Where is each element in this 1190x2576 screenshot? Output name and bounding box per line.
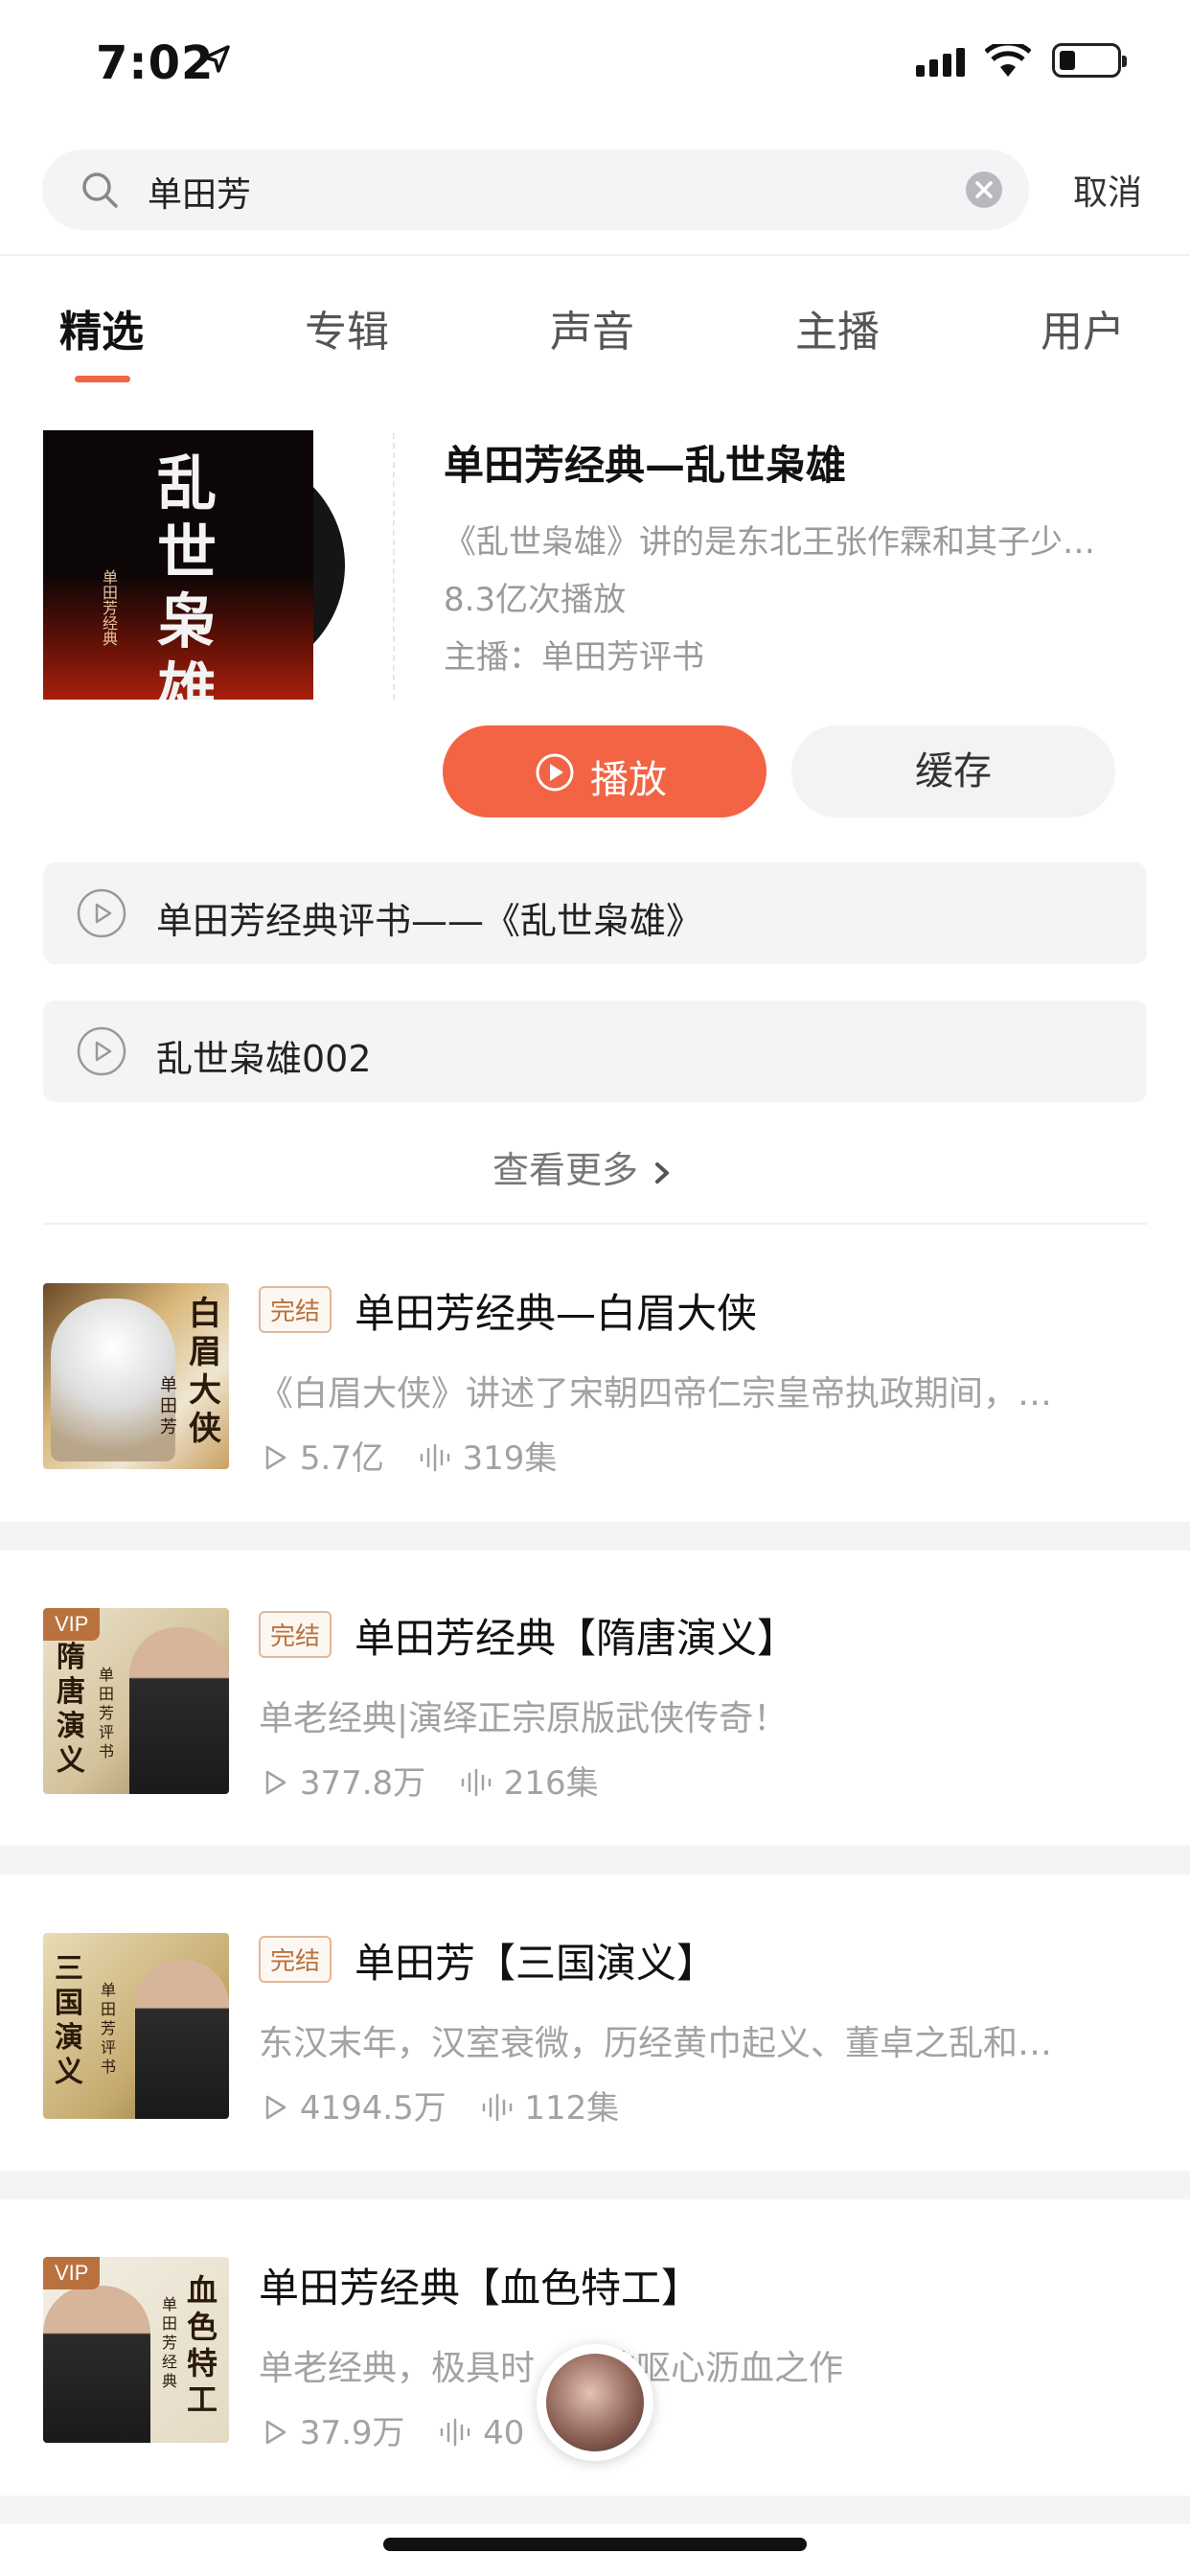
- active-tab-indicator: [75, 376, 130, 382]
- play-circle-icon: [77, 888, 126, 938]
- divider: [393, 433, 395, 700]
- cover-title-text: 乱世枭雄: [156, 448, 217, 701]
- vip-badge: VIP: [43, 1608, 101, 1641]
- completed-badge: 完结: [259, 1936, 332, 1983]
- album-description: 单老经典|演绎正宗原版武侠传奇！: [259, 1699, 789, 1738]
- tab-users[interactable]: 用户: [1041, 297, 1125, 358]
- play-icon: [265, 2420, 286, 2445]
- see-more-label: 查看更多: [492, 1149, 639, 1191]
- play-icon: [265, 2095, 286, 2120]
- featured-album-description: 《乱世枭雄》讲的是东北王张作霖和其子少…: [444, 523, 1095, 562]
- track-item[interactable]: 单田芳经典评书——《乱世枭雄》: [43, 862, 1147, 964]
- play-circle-icon: [77, 1026, 126, 1076]
- album-title[interactable]: 单田芳经典【隋唐演义】: [355, 1606, 797, 1665]
- play-icon: [265, 1770, 286, 1795]
- sound-wave-icon: [461, 1768, 492, 1797]
- track-title: 单田芳经典评书——《乱世枭雄》: [156, 900, 703, 942]
- tab-featured[interactable]: 精选: [59, 297, 144, 358]
- album-meta: 377.8万 216集: [261, 1757, 599, 1804]
- album-description: 单老经典，极具时 的呕心沥血之作: [259, 2340, 1121, 2390]
- album-description-text: 单老经典，极具时: [259, 2349, 536, 2388]
- search-icon: [82, 172, 118, 208]
- album-episodes: 40: [483, 2414, 525, 2452]
- album-meta: 37.9万 40: [261, 2406, 524, 2453]
- divider: [43, 1223, 1147, 1225]
- cover-title-text: 三国演义: [55, 1952, 83, 2089]
- featured-host[interactable]: 主播：单田芳评书: [444, 631, 704, 678]
- sound-wave-icon: [441, 2418, 470, 2447]
- cover-subtitle-text: 单田芳: [160, 1375, 177, 1438]
- album-title[interactable]: 单田芳【三国演义】: [355, 1931, 717, 1990]
- play-icon: [265, 1445, 286, 1470]
- play-circle-icon: [536, 753, 574, 792]
- vip-badge: VIP: [43, 2257, 101, 2289]
- tab-albums[interactable]: 专辑: [305, 297, 389, 358]
- battery-icon: [1052, 43, 1127, 78]
- cover-title-text: 血色特工: [187, 2272, 218, 2418]
- divider: [0, 254, 1190, 256]
- featured-play-count: 8.3亿次播放: [444, 581, 627, 619]
- album-plays: 5.7亿: [299, 1439, 384, 1478]
- search-input[interactable]: 单田芳: [148, 167, 251, 217]
- completed-badge: 完结: [259, 1611, 332, 1658]
- section-gap: [0, 1846, 1190, 1874]
- play-button-label: 播放: [590, 758, 667, 802]
- cellular-signal-icon: [916, 48, 965, 77]
- sound-wave-icon: [420, 1443, 449, 1472]
- featured-album-title[interactable]: 单田芳经典—乱世枭雄: [444, 433, 846, 492]
- status-time: 7:02: [96, 36, 215, 90]
- album-title[interactable]: 单田芳经典—白眉大侠: [355, 1281, 757, 1340]
- chevron-right-icon: [655, 1162, 670, 1184]
- cover-subtitle-text: 单田芳经典: [162, 2295, 178, 2390]
- cover-title-text: 白眉大侠: [189, 1295, 221, 1448]
- clear-search-icon[interactable]: [966, 172, 1002, 208]
- album-cover[interactable]: 隋唐演义 单田芳评书 VIP: [43, 1608, 229, 1794]
- sound-wave-icon: [482, 2093, 512, 2122]
- cover-subtitle-text: 单田芳评书: [101, 1981, 117, 2076]
- album-episodes: 112集: [524, 2089, 620, 2128]
- cache-button[interactable]: 缓存: [791, 725, 1115, 817]
- album-plays: 4194.5万: [299, 2089, 446, 2128]
- track-title: 乱世枭雄002: [156, 1038, 372, 1080]
- featured-album-cover[interactable]: 乱世枭雄 单田芳经典: [43, 430, 313, 700]
- album-cover[interactable]: 白眉大侠 单田芳: [43, 1283, 229, 1469]
- album-meta: 5.7亿 319集: [261, 1432, 557, 1479]
- now-playing-avatar: [546, 2354, 644, 2451]
- play-button[interactable]: 播放: [443, 725, 767, 817]
- album-plays: 377.8万: [299, 1764, 426, 1803]
- cancel-button[interactable]: 取消: [1073, 165, 1142, 215]
- album-plays: 37.9万: [299, 2414, 405, 2452]
- floating-player-button[interactable]: [537, 2344, 653, 2461]
- album-description: 东汉末年，汉室衰微，历经黄巾起义、董卓之乱和…: [259, 2024, 1053, 2063]
- location-arrow-icon: [203, 45, 230, 73]
- home-indicator[interactable]: [383, 2538, 807, 2551]
- cover-title-text: 隋唐演义: [57, 1641, 85, 1778]
- search-bar[interactable]: 单田芳: [42, 150, 1029, 230]
- album-episodes: 319集: [462, 1439, 558, 1478]
- album-cover[interactable]: 三国演义 单田芳评书: [43, 1933, 229, 2119]
- section-gap: [0, 2171, 1190, 2199]
- wifi-icon: [985, 44, 1031, 77]
- album-episodes: 216集: [503, 1764, 599, 1803]
- track-item[interactable]: 乱世枭雄002: [43, 1000, 1147, 1102]
- see-more-link[interactable]: 查看更多: [492, 1140, 675, 1193]
- section-gap: [0, 2496, 1190, 2524]
- cover-subtitle-text: 单田芳评书: [99, 1666, 115, 1760]
- album-cover[interactable]: 血色特工 单田芳经典 VIP: [43, 2257, 229, 2443]
- cover-subtitle-text: 单田芳经典: [100, 569, 118, 646]
- section-gap: [0, 1522, 1190, 1551]
- tab-sounds[interactable]: 声音: [550, 297, 634, 358]
- album-title[interactable]: 单田芳经典【血色特工】: [259, 2256, 701, 2314]
- tab-hosts[interactable]: 主播: [795, 297, 880, 358]
- album-description: 《白眉大侠》讲述了宋朝四帝仁宗皇帝执政期间，…: [259, 1374, 1053, 1414]
- album-meta: 4194.5万 112集: [261, 2082, 619, 2128]
- completed-badge: 完结: [259, 1286, 332, 1333]
